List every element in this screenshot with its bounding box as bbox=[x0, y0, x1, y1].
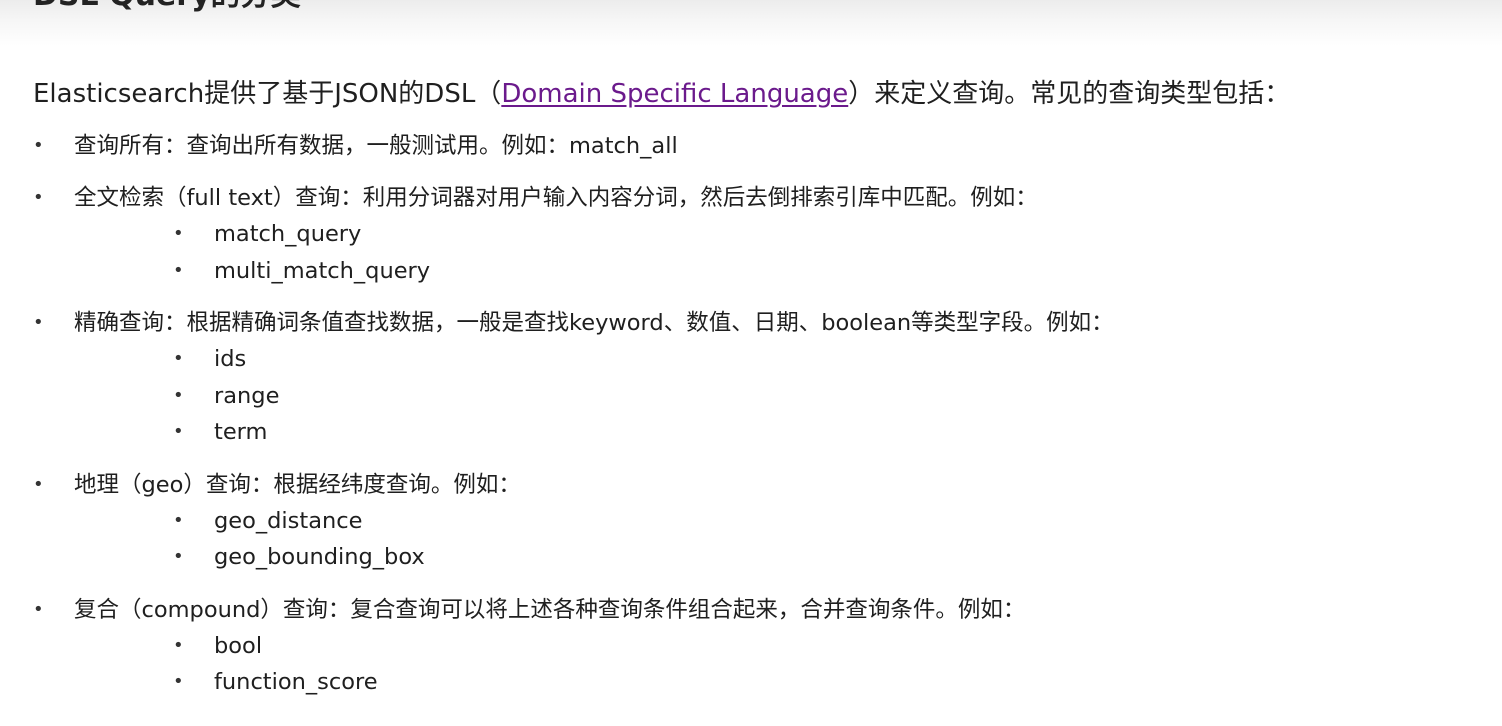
bullet-icon: • bbox=[33, 135, 44, 156]
sub-list-item-text: geo_distance bbox=[214, 507, 363, 534]
bullet-icon: • bbox=[33, 473, 44, 495]
list-item-text: 地理（geo）查询：根据经纬度查询。例如： bbox=[74, 471, 521, 498]
sub-list: • match_query • multi_match_query bbox=[74, 216, 1502, 289]
list-item: • 地理（geo）查询：根据经纬度查询。例如： • geo_distance • g… bbox=[0, 467, 1502, 576]
bullet-icon: • bbox=[173, 384, 184, 406]
bullet-icon: • bbox=[173, 421, 184, 442]
bullet-icon: • bbox=[173, 348, 184, 369]
sub-list-item-text: term bbox=[214, 419, 268, 445]
sub-list-item-text: ids bbox=[214, 346, 247, 372]
sub-list: • geo_distance • geo_bounding_box bbox=[74, 503, 1502, 576]
sub-list-item: • term bbox=[74, 414, 1502, 451]
sub-list-item: • geo_distance bbox=[74, 503, 1502, 540]
list-item: • 精确查询：根据精确词条值查找数据，一般是查找keyword、数值、日期、bo… bbox=[0, 305, 1502, 451]
bullet-icon: • bbox=[173, 546, 184, 567]
sub-list-item: • range bbox=[74, 378, 1502, 415]
list-item-text: 全文检索（full text）查询：利用分词器对用户输入内容分词，然后去倒排索引… bbox=[74, 185, 1038, 211]
bullet-icon: • bbox=[173, 259, 184, 281]
bullet-icon: • bbox=[173, 509, 184, 531]
dsl-link[interactable]: Domain Specific Language bbox=[501, 79, 848, 109]
sub-list-item-text: bool bbox=[214, 632, 263, 659]
bullet-icon: • bbox=[33, 187, 44, 208]
sub-list-item-text: geo_bounding_box bbox=[214, 544, 425, 570]
list-item: • 查询所有：查询出所有数据，一般测试用。例如：match_all bbox=[0, 128, 1502, 164]
list-item-text: 查询所有：查询出所有数据，一般测试用。例如：match_all bbox=[74, 133, 678, 159]
sub-list-item: • ids bbox=[74, 341, 1502, 378]
sub-list-item-text: function_score bbox=[214, 669, 378, 695]
intro-paragraph: Elasticsearch提供了基于JSON的DSL（Domain Specif… bbox=[33, 76, 1290, 112]
list-item: • 全文检索（full text）查询：利用分词器对用户输入内容分词，然后去倒排… bbox=[0, 180, 1502, 289]
sub-list-item: • match_query bbox=[74, 216, 1502, 253]
sub-list-item: • geo_bounding_box bbox=[74, 539, 1502, 576]
document-page: DSL Query的分类 Elasticsearch提供了基于JSON的DSL（… bbox=[0, 0, 1502, 726]
sub-list: • bool • function_score bbox=[74, 628, 1502, 701]
bullet-icon: • bbox=[33, 598, 44, 620]
sub-list-item: • multi_match_query bbox=[74, 253, 1502, 290]
bullet-icon: • bbox=[173, 223, 184, 244]
list-item-text: 精确查询：根据精确词条值查找数据，一般是查找keyword、数值、日期、bool… bbox=[74, 310, 1114, 336]
sub-list-item-text: match_query bbox=[214, 221, 362, 247]
bullet-icon: • bbox=[173, 634, 184, 656]
intro-text-after: ）来定义查询。常见的查询类型包括： bbox=[848, 79, 1291, 109]
section-heading: DSL Query的分类 bbox=[33, 0, 301, 16]
list-item: • 复合（compound）查询：复合查询可以将上述各种查询条件组合起来，合并查… bbox=[0, 592, 1502, 701]
intro-text-before: Elasticsearch提供了基于JSON的DSL（ bbox=[33, 79, 502, 109]
sub-list-item-text: range bbox=[214, 382, 280, 409]
list-item-text: 复合（compound）查询：复合查询可以将上述各种查询条件组合起来，合并查询条… bbox=[74, 596, 1026, 623]
sub-list-item: • function_score bbox=[74, 664, 1502, 701]
bullet-icon: • bbox=[173, 671, 184, 692]
bullet-icon: • bbox=[33, 312, 44, 333]
query-type-list: • 查询所有：查询出所有数据，一般测试用。例如：match_all • 全文检索… bbox=[0, 128, 1502, 717]
sub-list-item: • bool bbox=[74, 628, 1502, 665]
sub-list: • ids • range • term bbox=[74, 341, 1502, 451]
sub-list-item-text: multi_match_query bbox=[214, 257, 431, 284]
